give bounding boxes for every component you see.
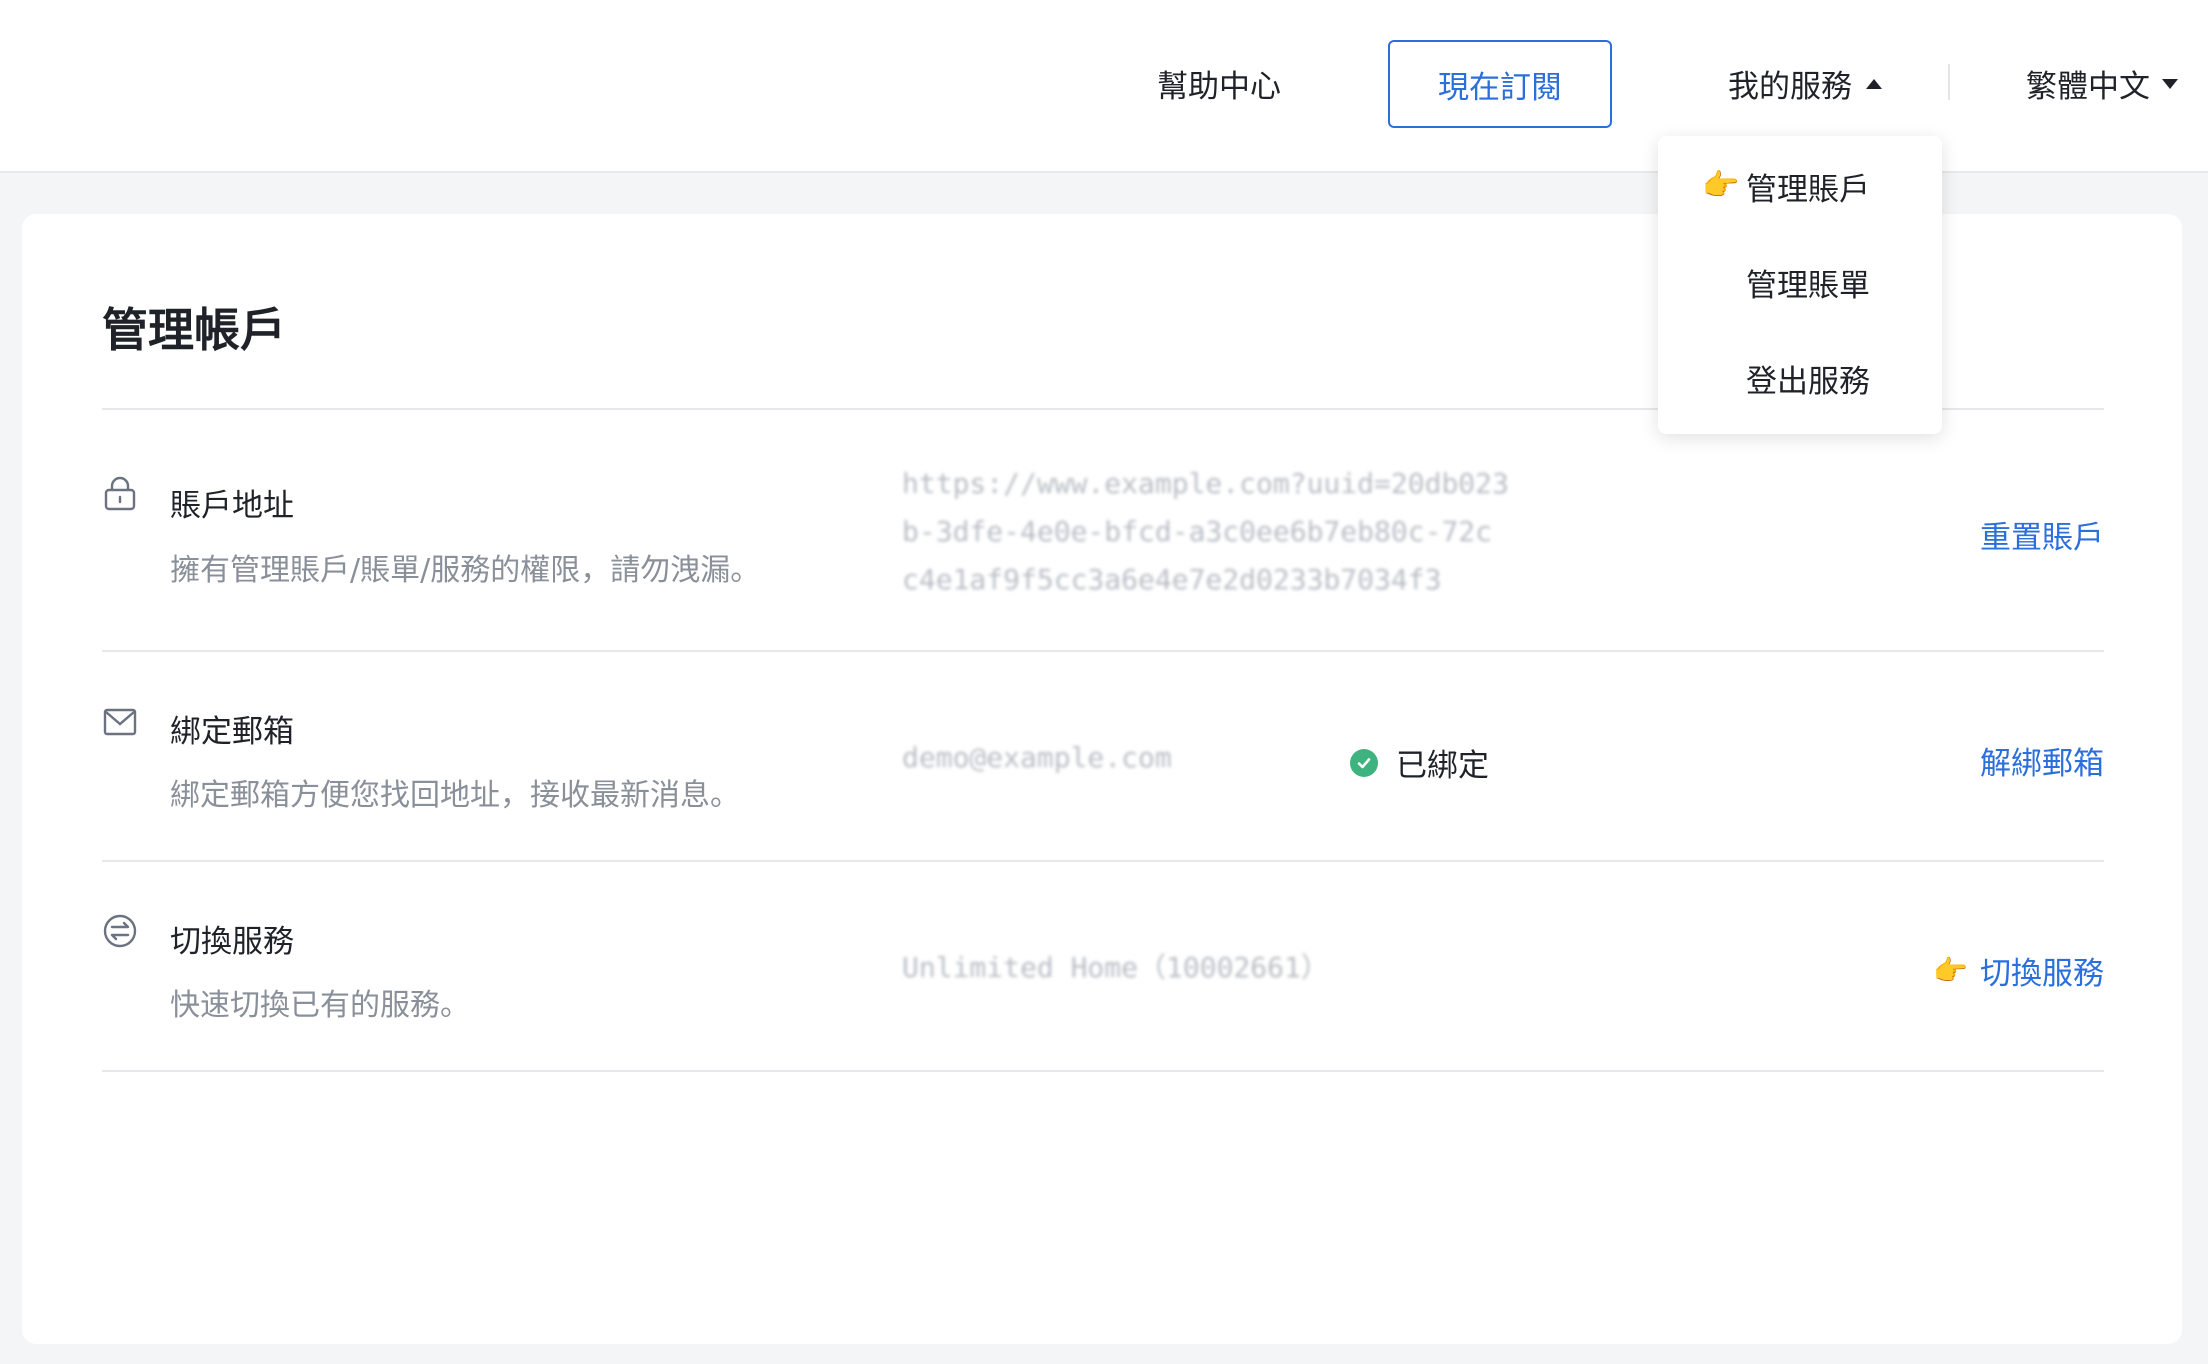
switch-service-action[interactable]: 👉 切換服務 [1933,948,2104,993]
menu-item-manage-account[interactable]: 管理賬戶 [1746,164,1870,209]
caret-up-icon [1866,78,1882,89]
email-status: 已綁定 [1350,740,1489,785]
account-address-desc: 擁有管理賬戶/賬單/服務的權限，請勿洩漏。 [170,553,761,588]
account-address-value: https://www.example.com?uuid=20db023 b-3… [902,460,1509,604]
nav-divider [1948,64,1950,100]
my-services-menu[interactable]: 我的服務 [1728,61,1882,106]
switch-service-desc: 快速切換已有的服務。 [170,988,470,1023]
bind-email-title: 綁定郵箱 [170,714,294,750]
account-address-line: https://www.example.com?uuid=20db023 [902,467,1509,500]
switch-service-title: 切換服務 [170,924,294,960]
my-services-dropdown: 👉 管理賬戶 管理賬單 登出服務 [1658,136,1942,434]
menu-item-manage-billing[interactable]: 管理賬單 [1746,260,1870,305]
help-center-link[interactable]: 幫助中心 [1157,61,1281,106]
pointing-hand-icon: 👉 [1702,168,1740,203]
pointing-hand-icon: 👉 [1933,954,1968,987]
email-value: demo@example.com [902,741,1172,774]
switch-icon [103,914,137,948]
switch-service-link[interactable]: 切換服務 [1980,948,2104,993]
email-status-label: 已綁定 [1396,748,1489,784]
divider [102,860,2104,862]
my-services-label: 我的服務 [1728,69,1852,105]
reset-account-link[interactable]: 重置賬戶 [1980,512,2104,557]
divider [102,650,2104,652]
account-address-line: c4e1af9f5cc3a6e4e7e2d0233b7034f3 [902,563,1442,596]
divider [102,1070,2104,1072]
caret-down-icon [2162,78,2178,89]
check-circle-icon [1350,748,1378,777]
subscribe-button[interactable]: 現在訂閱 [1388,40,1612,128]
lock-icon [104,476,136,511]
bind-email-desc: 綁定郵箱方便您找回地址，接收最新消息。 [170,778,740,813]
page-title: 管理帳戶 [102,303,286,357]
current-service-value: Unlimited Home（10002661） [902,951,1329,984]
language-selector[interactable]: 繁體中文 [2026,61,2178,106]
menu-item-logout[interactable]: 登出服務 [1746,356,1870,401]
unbind-email-link[interactable]: 解綁郵箱 [1980,738,2104,783]
mail-icon [103,708,137,736]
account-address-line: b-3dfe-4e0e-bfcd-a3c0ee6b7eb80c-72c [902,515,1493,548]
account-address-title: 賬戶地址 [170,488,294,524]
language-label: 繁體中文 [2026,69,2150,105]
